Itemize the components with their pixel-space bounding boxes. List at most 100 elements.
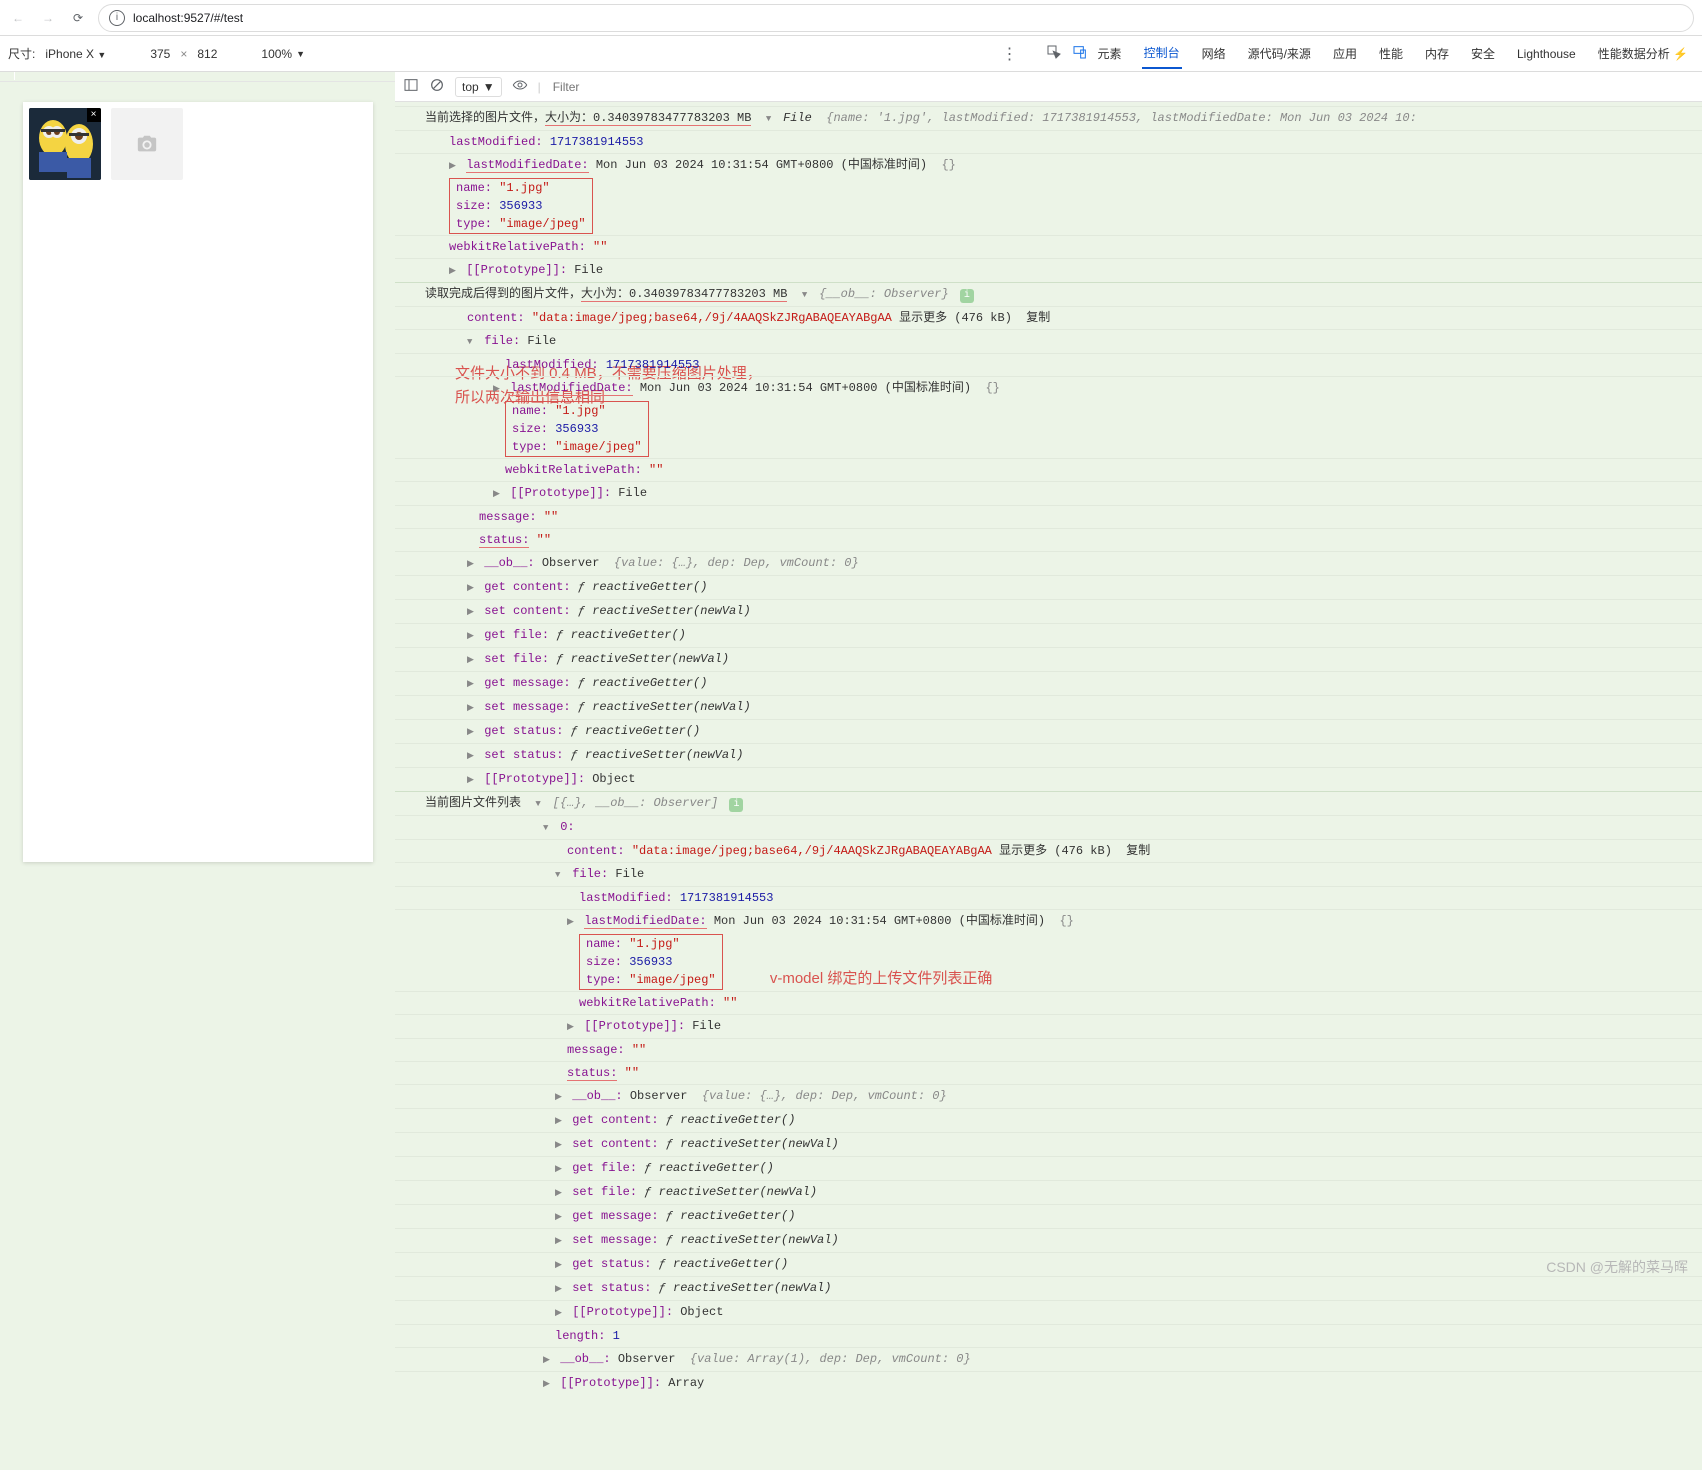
upload-placeholder[interactable] [111,108,183,180]
console-line[interactable]: get file: ƒ reactiveGetter() [395,1156,1702,1180]
toolbar: 尺寸: iPhone X ▼ 375 × 812 100% ▼ ⋮ 元素 控制台… [0,36,1702,72]
context-selector[interactable]: top ▼ [455,77,502,97]
expand-toggle-icon[interactable] [543,819,553,837]
console-line[interactable]: lastModified: 1717381914553 [395,886,1702,909]
console-line[interactable]: __ob__: Observer {value: {…}, dep: Dep, … [395,551,1702,575]
console-line[interactable]: set file: ƒ reactiveSetter(newVal) [395,647,1702,671]
console-entry[interactable]: 读取完成后得到的图片文件，大小为：0.34039783477783203 MB … [395,282,1702,306]
tab-lighthouse[interactable]: Lighthouse [1515,41,1578,67]
url-text: localhost:9527/#/test [133,11,243,25]
tab-memory[interactable]: 内存 [1423,39,1451,68]
annotation-vmodel: v-model 绑定的上传文件列表正确 [770,970,993,987]
tab-sources[interactable]: 源代码/来源 [1246,39,1313,68]
tab-console[interactable]: 控制台 [1142,38,1182,69]
expand-toggle-icon[interactable] [555,866,565,884]
console-line[interactable]: set message: ƒ reactiveSetter(newVal) [395,1228,1702,1252]
console-line[interactable]: webkitRelativePath: "" [395,991,1702,1014]
expand-toggle-icon[interactable] [449,262,459,280]
console-line[interactable]: [[Prototype]]: Object [395,767,1702,791]
site-info-icon[interactable]: i [109,10,125,26]
console-line[interactable]: [[Prototype]]: File [395,1014,1702,1038]
console-line[interactable]: get message: ƒ reactiveGetter() [395,671,1702,695]
device-select[interactable]: iPhone X ▼ [45,47,106,61]
console-line[interactable]: lastModified: 1717381914553 [395,130,1702,153]
console-line[interactable]: lastModifiedDate: Mon Jun 03 2024 10:31:… [395,909,1702,933]
console-line[interactable]: status: "" [395,528,1702,551]
console-line[interactable]: [[Prototype]]: Object [395,1300,1702,1324]
phone-frame: × [23,102,373,862]
more-options-icon[interactable]: ⋮ [990,44,1030,64]
remove-image-icon[interactable]: × [87,108,101,122]
console-line[interactable]: file: File [395,862,1702,886]
uploaded-image-thumbnail[interactable]: × [29,108,101,180]
url-input[interactable]: i localhost:9527/#/test [98,4,1694,32]
console-line[interactable]: set file: ƒ reactiveSetter(newVal) [395,1180,1702,1204]
expand-toggle-icon[interactable] [493,485,503,503]
console-line[interactable]: content: "data:image/jpeg;base64,/9j/4AA… [395,839,1702,862]
devtools-tabs: 元素 控制台 网络 源代码/来源 应用 性能 内存 安全 Lighthouse … [1096,38,1702,69]
zoom-select[interactable]: 100% ▼ [261,47,305,61]
reload-icon[interactable]: ⟳ [68,8,88,28]
expand-toggle-icon[interactable] [567,913,577,931]
expand-toggle-icon[interactable] [766,110,776,128]
console-line[interactable]: __ob__: Observer {value: {…}, dep: Dep, … [395,1084,1702,1108]
tab-elements[interactable]: 元素 [1096,39,1124,68]
console-line[interactable]: [[Prototype]]: Array [395,1371,1702,1395]
highlighted-properties: name: "1.jpg" size: 356933 type: "image/… [579,934,723,990]
expand-toggle-icon[interactable] [467,333,477,351]
console-line[interactable]: get content: ƒ reactiveGetter() [395,1108,1702,1132]
watermark: CSDN @无解的菜马晖 [1546,1257,1688,1277]
tab-security[interactable]: 安全 [1469,39,1497,68]
console-line[interactable]: message: "" [395,1038,1702,1061]
toggle-device-icon[interactable] [1072,44,1088,63]
tab-performance[interactable]: 性能 [1377,39,1405,68]
console-line[interactable]: get content: ƒ reactiveGetter() [395,575,1702,599]
live-expression-icon[interactable] [512,77,528,96]
console-filter-input[interactable] [551,77,1694,97]
console-entry[interactable]: 当前选择的图片文件，大小为：0.34039783477783203 MB Fil… [395,106,1702,130]
tab-performance-insights[interactable]: 性能数据分析 ⚡ [1596,39,1690,68]
tab-network[interactable]: 网络 [1200,39,1228,68]
clear-console-icon[interactable] [429,77,445,96]
device-toolbar: 尺寸: iPhone X ▼ 375 × 812 100% ▼ [0,45,313,62]
info-badge-icon[interactable]: i [729,798,743,812]
console-line[interactable]: set content: ƒ reactiveSetter(newVal) [395,599,1702,623]
dimension-separator: × [180,47,187,61]
console-line[interactable]: get status: ƒ reactiveGetter() [395,719,1702,743]
expand-toggle-icon[interactable] [449,157,459,175]
console-line[interactable]: content: "data:image/jpeg;base64,/9j/4AA… [395,306,1702,329]
info-badge-icon[interactable]: i [960,289,974,303]
expand-toggle-icon[interactable] [467,555,477,573]
console-line[interactable]: lastModified: 1717381914553 [395,353,1702,376]
console-line[interactable]: __ob__: Observer {value: Array(1), dep: … [395,1347,1702,1371]
console-line[interactable]: get status: ƒ reactiveGetter() [395,1252,1702,1276]
viewport-height[interactable]: 812 [197,47,217,61]
expand-toggle-icon[interactable] [535,795,545,813]
console-line[interactable]: set status: ƒ reactiveSetter(newVal) [395,1276,1702,1300]
toggle-sidebar-icon[interactable] [403,77,419,96]
console-line[interactable]: file: File [395,329,1702,353]
console-line[interactable]: webkitRelativePath: "" [395,235,1702,258]
console-line[interactable]: get file: ƒ reactiveGetter() [395,623,1702,647]
console-entry[interactable]: 当前图片文件列表 [{…}, __ob__: Observer] i [395,791,1702,815]
console-line[interactable]: [[Prototype]]: File [395,481,1702,505]
console-line[interactable]: [[Prototype]]: File [395,258,1702,282]
console-line[interactable]: get message: ƒ reactiveGetter() [395,1204,1702,1228]
console-line[interactable]: 0: [395,815,1702,839]
console-line[interactable]: message: "" [395,505,1702,528]
console-line[interactable]: set status: ƒ reactiveSetter(newVal) [395,743,1702,767]
console-line[interactable]: set content: ƒ reactiveSetter(newVal) [395,1132,1702,1156]
expand-toggle-icon[interactable] [493,380,503,398]
tab-application[interactable]: 应用 [1331,39,1359,68]
console-line[interactable]: length: 1 [395,1324,1702,1347]
console-line[interactable]: lastModifiedDate: Mon Jun 03 2024 10:31:… [395,153,1702,177]
console-line[interactable]: status: "" [395,1061,1702,1084]
console-line[interactable]: set message: ƒ reactiveSetter(newVal) [395,695,1702,719]
console-line[interactable]: lastModifiedDate: Mon Jun 03 2024 10:31:… [395,376,1702,400]
expand-toggle-icon[interactable] [802,286,812,304]
console-line[interactable]: webkitRelativePath: "" [395,458,1702,481]
chevron-down-icon: ▼ [97,50,106,60]
viewport-width[interactable]: 375 [150,47,170,61]
highlighted-properties: name: "1.jpg" size: 356933 type: "image/… [505,401,649,457]
inspect-element-icon[interactable] [1046,44,1062,63]
